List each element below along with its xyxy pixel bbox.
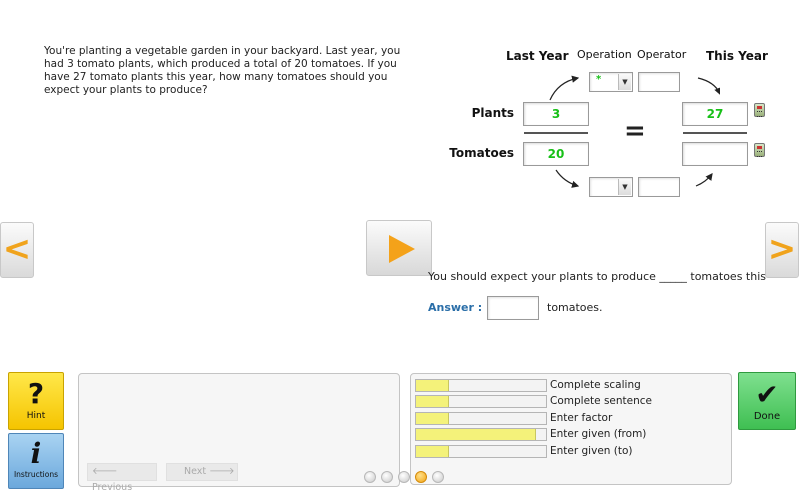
equals-sign: = [624, 116, 646, 146]
arrow-left-icon: 🡐 [92, 466, 118, 477]
plants-this-year-input[interactable]: 27 [682, 102, 748, 126]
arrow-bottom-left [555, 169, 580, 188]
arrow-bottom-right [695, 173, 713, 187]
hint-label: Hint [26, 411, 46, 421]
skill-progress-fill [416, 429, 536, 440]
skill-progress-fill [416, 413, 449, 424]
answer-label: Answer : [428, 301, 483, 314]
header-operation: Operation [577, 48, 632, 61]
answer-unit: tomatoes. [547, 301, 603, 314]
hint-button[interactable]: ? Hint [8, 372, 64, 430]
header-this-year: This Year [706, 49, 768, 63]
fraction-line-last-year [524, 132, 588, 134]
page-dot[interactable] [432, 471, 444, 483]
completion-sentence-text: You should expect your plants to produce… [427, 270, 766, 283]
play-button[interactable] [366, 220, 432, 276]
arrow-top-right [697, 77, 720, 96]
skill-label: Complete sentence [550, 395, 652, 407]
calculator-icon[interactable] [754, 143, 765, 157]
skill-label: Complete scaling [550, 379, 641, 391]
done-button[interactable]: ✔ Done [738, 372, 796, 430]
checkmark-icon: ✔ [755, 378, 779, 411]
play-icon [389, 235, 415, 263]
page-dot[interactable] [381, 471, 393, 483]
chevron-left-icon: < [2, 229, 32, 269]
next-step-button[interactable]: > [765, 222, 799, 278]
header-operator: Operator [637, 48, 687, 61]
arrow-right-icon: 🡒 [209, 466, 235, 477]
skill-progress-bar [415, 428, 547, 441]
skill-progress-bar [415, 445, 547, 458]
arrow-top-left [549, 75, 580, 101]
question-mark-icon: ? [27, 377, 45, 410]
skill-progress-bar [415, 412, 547, 425]
calculator-icon[interactable] [754, 103, 765, 117]
fraction-line-this-year [683, 132, 747, 134]
chevron-right-icon: > [767, 229, 797, 269]
skill-label: Enter given (to) [550, 445, 633, 457]
instructions-button[interactable]: i Instructions [8, 433, 64, 489]
bottom-operator-input[interactable] [638, 177, 680, 197]
skill-progress-fill [416, 446, 449, 457]
page-dot[interactable] [398, 471, 410, 483]
skill-progress-fill [416, 396, 449, 407]
page-dot[interactable] [364, 471, 376, 483]
skill-progress-bar [415, 395, 547, 408]
header-last-year: Last Year [506, 49, 569, 63]
instructions-label: Instructions [13, 470, 59, 479]
plants-last-year-input[interactable]: 3 [523, 102, 589, 126]
previous-step-button[interactable]: < [0, 222, 34, 278]
row-label-plants: Plants [471, 106, 514, 120]
hint-next-button[interactable]: Next 🡒 [166, 463, 238, 481]
tomatoes-last-year-input[interactable]: 20 [523, 142, 589, 166]
skill-label: Enter factor [550, 412, 613, 424]
completion-sentence: You should expect your plants to produce… [366, 270, 766, 284]
problem-text: You're planting a vegetable garden in yo… [44, 45, 401, 96]
skill-progress-fill [416, 380, 449, 391]
skill-label: Enter given (from) [550, 428, 647, 440]
page-dot[interactable] [415, 471, 427, 483]
hint-previous-label: Previous [92, 482, 133, 493]
done-label: Done [753, 411, 781, 422]
tomatoes-this-year-input[interactable] [682, 142, 748, 166]
hint-next-label: Next [184, 466, 207, 477]
hint-previous-button[interactable]: 🡐 Previous [87, 463, 157, 493]
skill-progress-bar [415, 379, 547, 392]
row-label-tomatoes: Tomatoes [449, 146, 514, 160]
info-icon: i [30, 437, 42, 470]
answer-input[interactable] [487, 296, 539, 320]
chevron-down-icon: ▼ [618, 179, 631, 195]
bottom-operation-select[interactable]: ▼ [589, 177, 633, 197]
